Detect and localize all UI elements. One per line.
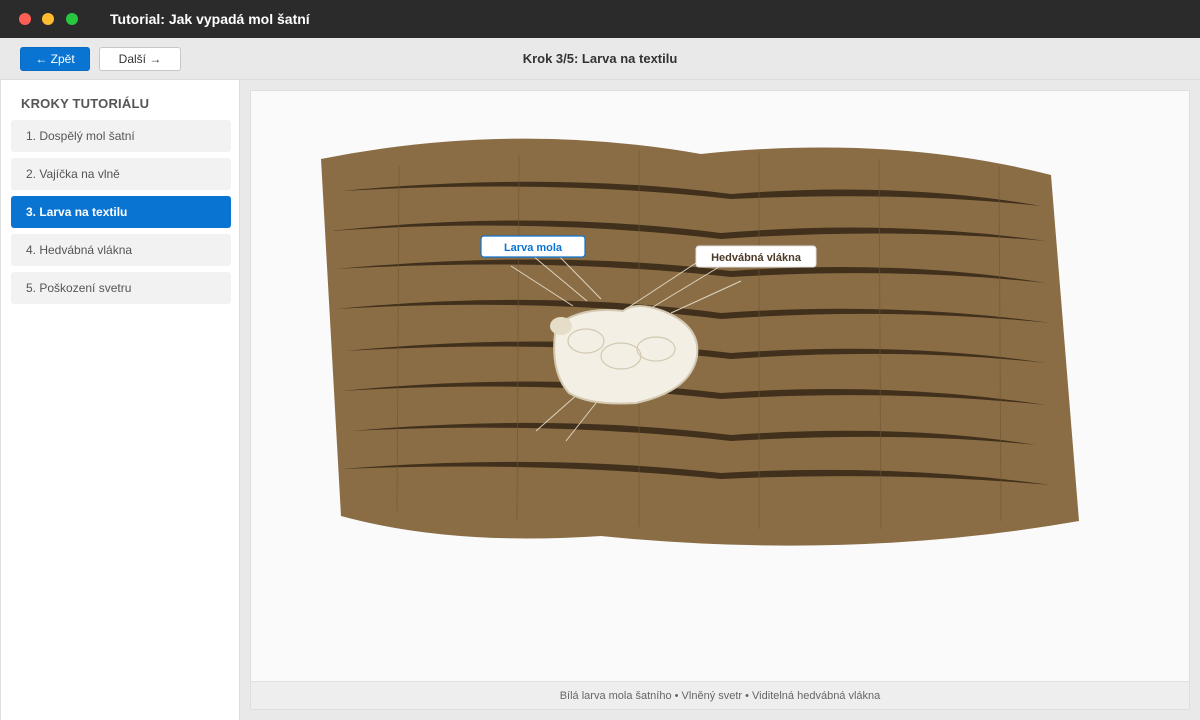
window-title: Tutorial: Jak vypadá mol šatní (110, 11, 310, 27)
sidebar-item-step-3[interactable]: 3. Larva na textilu (11, 196, 231, 228)
label-larva: Larva mola (480, 235, 586, 258)
larva-head (550, 317, 572, 335)
maximize-window-button[interactable] (66, 13, 78, 25)
wool-fabric (321, 138, 1079, 546)
minimize-window-button[interactable] (42, 13, 54, 25)
sidebar: KROKY TUTORIÁLU 1. Dospělý mol šatní 2. … (0, 80, 240, 720)
illustration-caption: Bílá larva mola šatního • Vlněný svetr •… (251, 681, 1189, 709)
sidebar-item-step-5[interactable]: 5. Poškození svetru (11, 272, 231, 304)
label-silk-text: Hedvábná vlákna (711, 252, 802, 264)
close-window-button[interactable] (19, 13, 31, 25)
illustration-panel: Larva mola Hedvábná vlákna Bílá larva mo… (250, 90, 1190, 710)
illustration-canvas: Larva mola Hedvábná vlákna (321, 138, 1079, 546)
sidebar-item-step-1[interactable]: 1. Dospělý mol šatní (11, 120, 231, 152)
label-silk: Hedvábná vlákna (695, 245, 817, 268)
toolbar: ← Zpět Další → Krok 3/5: Larva na textil… (0, 38, 1200, 80)
sidebar-item-step-4[interactable]: 4. Hedvábná vlákna (11, 234, 231, 266)
moth-larva (550, 305, 699, 405)
sidebar-heading: KROKY TUTORIÁLU (21, 96, 150, 111)
label-larva-text: Larva mola (504, 242, 563, 254)
title-bar: Tutorial: Jak vypadá mol šatní (0, 0, 1200, 38)
sidebar-item-step-2[interactable]: 2. Vajíčka na vlně (11, 158, 231, 190)
step-title: Krok 3/5: Larva na textilu (522, 51, 678, 66)
